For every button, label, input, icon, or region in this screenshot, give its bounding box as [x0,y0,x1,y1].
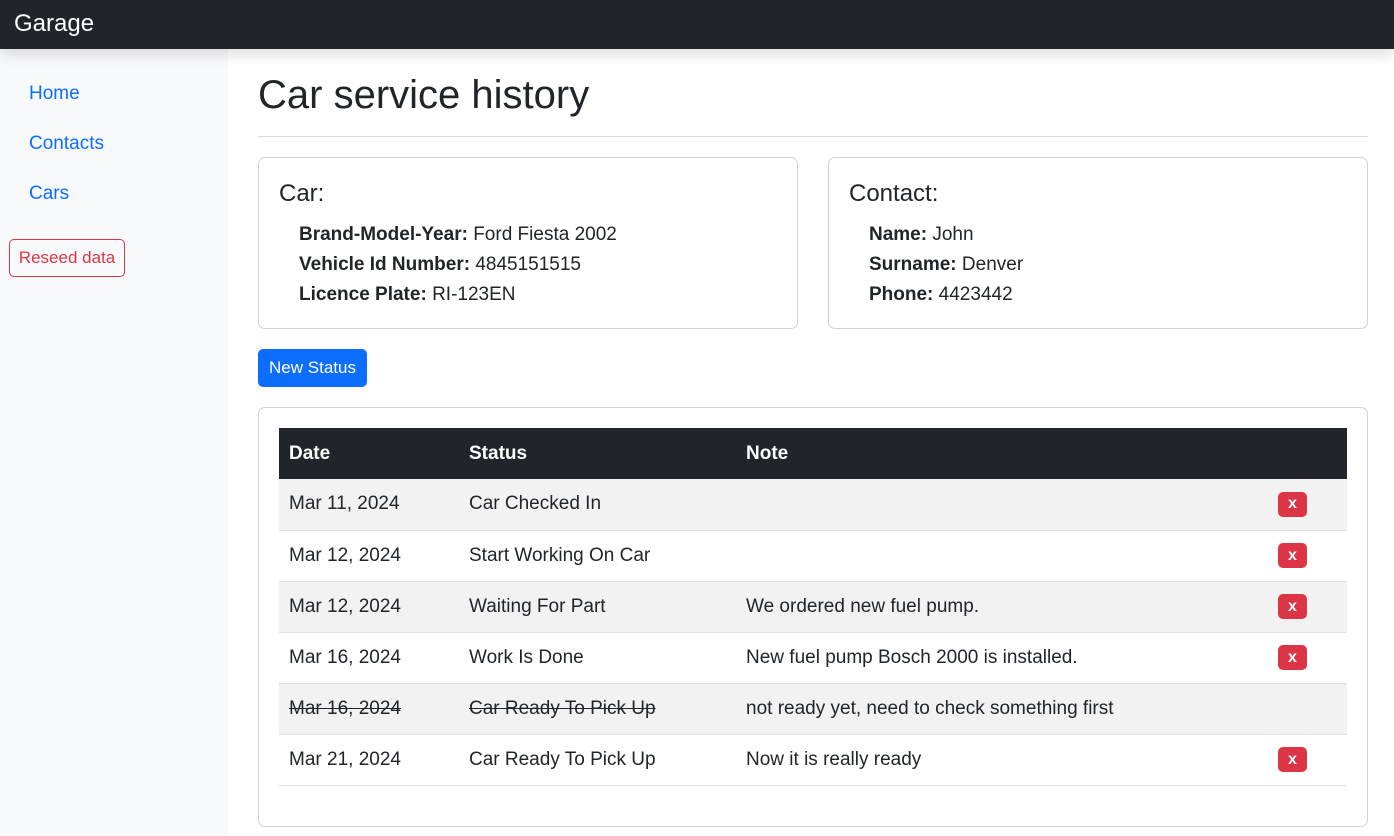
field-value: 4423442 [938,284,1013,305]
contact-info-card: Contact: Name: John Surname: Denver Phon… [828,157,1368,329]
field-value: Denver [961,254,1024,275]
cell-date: Mar 11, 2024 [289,493,400,515]
table-row: Mar 16, 2024 Car Ready To Pick Up not read… [279,683,1347,734]
cell-note: not ready yet, need to check something f… [746,697,1114,719]
delete-status-button[interactable]: x [1278,594,1307,619]
cell-note: We ordered new fuel pump. [746,595,980,617]
field-label: Brand-Model-Year: [299,224,468,245]
cell-note [736,479,1266,530]
field-value: RI-123EN [432,284,516,305]
cell-note: Now it is really ready [746,748,922,770]
cell-date: Mar 12, 2024 [289,544,401,566]
car-brand-model-year: Brand-Model-Year: Ford Fiesta 2002 [299,224,617,246]
table-header-row: Date Status Note [279,428,1347,479]
table-row: Mar 11, 2024 Car Checked In x [279,479,1347,530]
cell-status: Start Working On Car [469,544,651,566]
cell-actions: x [1266,734,1347,785]
car-licence-plate: Licence Plate: RI-123EN [299,284,515,306]
status-table-card: Date Status Note Mar 11, 2024 Car Checked… [258,407,1368,827]
cell-actions: x [1266,632,1347,683]
field-value: John [932,224,974,245]
cell-actions: x [1266,581,1347,632]
field-label: Vehicle Id Number: [299,254,471,275]
cell-actions: x [1266,530,1347,581]
brand-title[interactable]: Garage [14,10,94,38]
field-label: Name: [869,224,928,245]
field-label: Licence Plate: [299,284,427,305]
new-status-button[interactable]: New Status [258,349,367,387]
contact-surname: Surname: Denver [869,254,1023,276]
header-actions [1266,428,1347,479]
field-label: Surname: [869,254,957,275]
cell-actions [1266,683,1347,734]
field-value: Ford Fiesta 2002 [473,224,617,245]
table-row: Mar 21, 2024 Car Ready To Pick Up Now it i… [279,734,1347,785]
contact-phone: Phone: 4423442 [869,284,1013,306]
cell-date: Mar 16, 2024 [289,697,401,719]
main-content: Car service history Car: Brand-Model-Yea… [258,49,1368,836]
table-body: Mar 11, 2024 Car Checked In x Mar 12, 2024 S… [279,479,1347,785]
sidebar-item-home[interactable]: Home [29,83,80,105]
delete-status-button[interactable]: x [1278,645,1307,670]
delete-status-button[interactable]: x [1278,543,1307,568]
cell-status: Car Ready To Pick Up [469,748,656,770]
table-row: Mar 12, 2024 Waiting For Part We ordered n… [279,581,1347,632]
delete-status-button[interactable]: x [1278,747,1307,772]
cell-status: Work Is Done [469,646,584,668]
page-title: Car service history [258,73,590,117]
cell-status: Car Checked In [469,493,602,515]
field-label: Phone: [869,284,934,305]
table-row: Mar 16, 2024 Work Is Done New fuel pump Bo… [279,632,1347,683]
table-row: Mar 12, 2024 Start Working On Car x [279,530,1347,581]
top-navbar: Garage [0,0,1394,49]
title-divider [258,136,1368,137]
header-status: Status [469,442,528,464]
cell-status: Car Ready To Pick Up [469,697,656,719]
header-date: Date [289,442,331,464]
reseed-data-button[interactable]: Reseed data [9,239,125,277]
delete-status-button[interactable]: x [1278,491,1307,517]
sidebar-item-cars[interactable]: Cars [29,183,69,205]
header-note: Note [746,442,789,464]
cell-note: New fuel pump Bosch 2000 is installed. [746,646,1078,668]
cell-note [736,530,1266,581]
status-history-table: Date Status Note Mar 11, 2024 Car Checked… [279,428,1347,786]
sidebar: Home Contacts Cars Reseed data [0,49,228,836]
cell-status: Waiting For Part [469,595,606,617]
cell-date: Mar 12, 2024 [289,595,401,617]
contact-card-heading: Contact: [849,180,939,207]
car-info-card: Car: Brand-Model-Year: Ford Fiesta 2002 … [258,157,798,329]
cell-date: Mar 21, 2024 [289,748,401,770]
car-vin: Vehicle Id Number: 4845151515 [299,254,581,276]
sidebar-item-contacts[interactable]: Contacts [29,133,104,155]
field-value: 4845151515 [475,254,581,275]
cell-actions: x [1266,479,1347,530]
contact-name: Name: John [869,224,974,246]
car-card-heading: Car: [279,180,325,207]
cell-date: Mar 16, 2024 [289,646,401,668]
